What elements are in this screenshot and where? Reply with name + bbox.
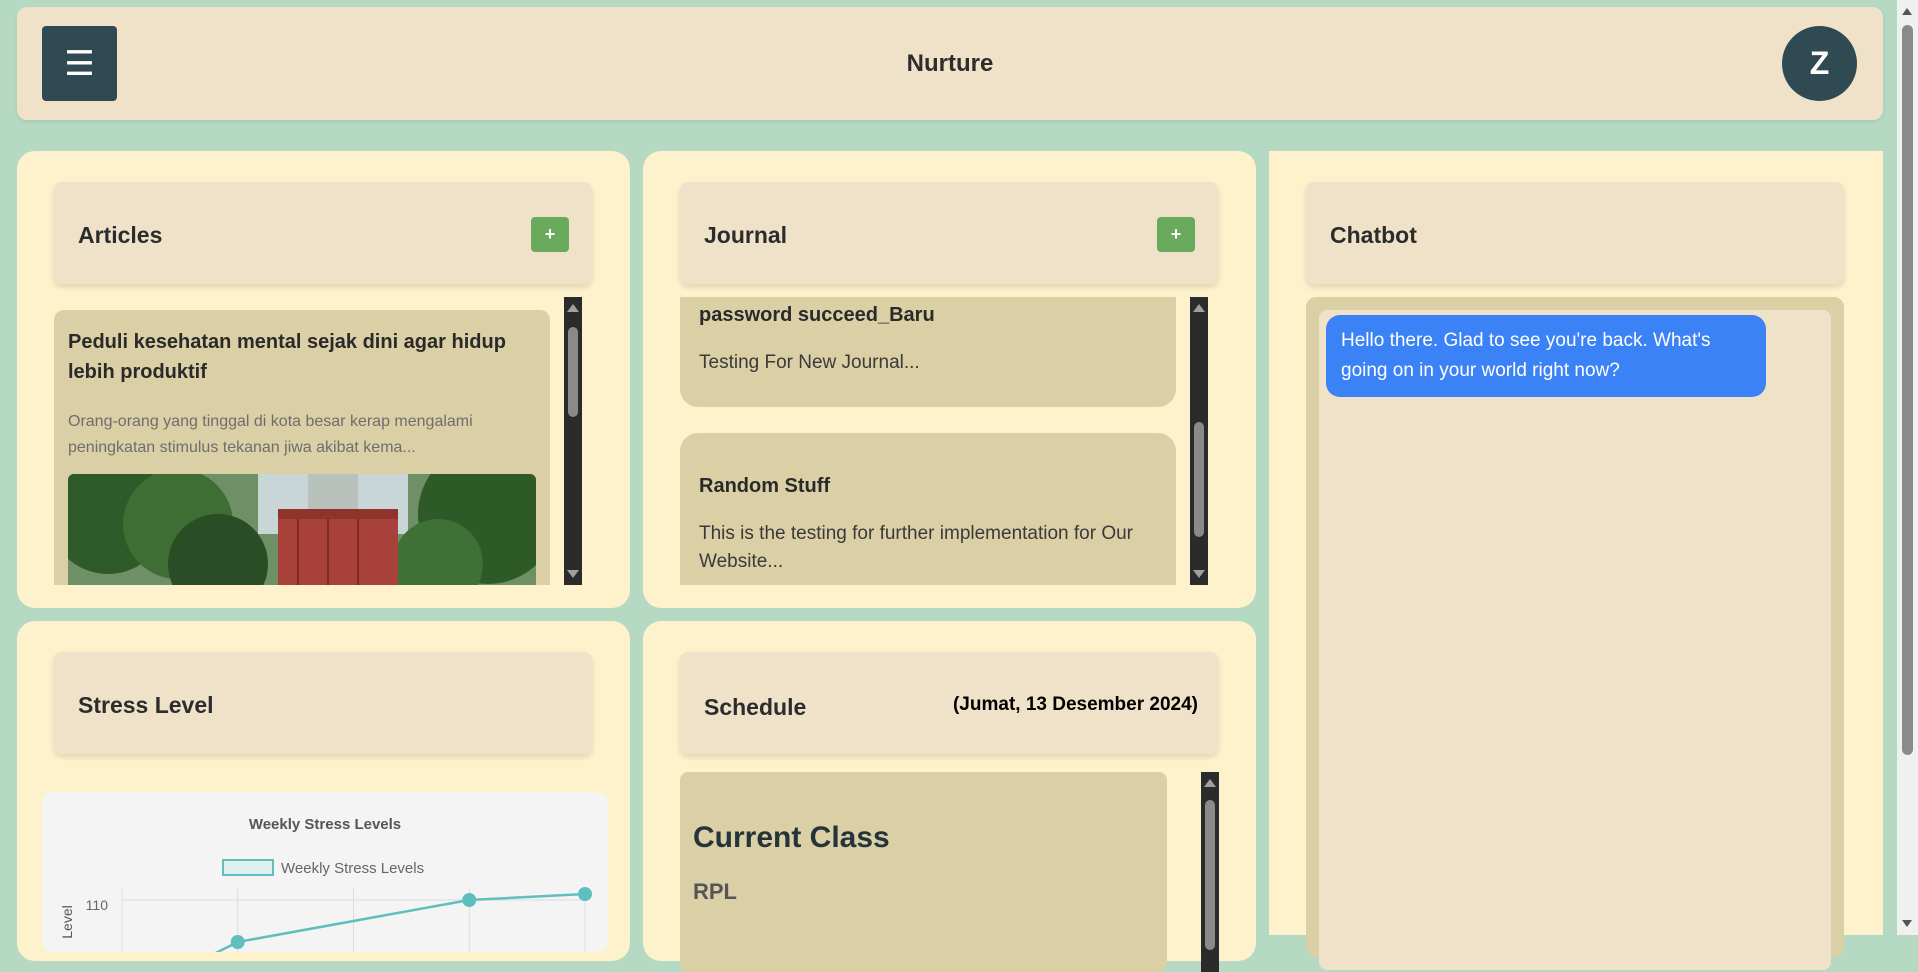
schedule-title: Schedule (704, 694, 807, 720)
stress-chart: Weekly Stress Levels Weekly Stress Level… (42, 792, 608, 952)
legend-label[interactable]: Weekly Stress Levels (281, 860, 424, 877)
page-scroll-thumb[interactable] (1902, 25, 1913, 755)
current-class-card[interactable]: Current Class RPL (680, 772, 1167, 972)
data-point[interactable] (230, 935, 245, 949)
data-point[interactable] (578, 887, 592, 901)
data-point[interactable] (462, 893, 477, 907)
journal-title: Journal (704, 222, 788, 248)
scroll-down-icon[interactable] (1193, 570, 1205, 578)
journal-entry-title[interactable]: Random Stuff (699, 475, 830, 498)
articles-panel: Articles + Peduli kesehatan mental sejak… (17, 151, 630, 608)
scroll-thumb[interactable] (1205, 800, 1215, 950)
stress-chart-svg: Weekly Stress Levels Weekly Stress Level… (59, 816, 592, 952)
chart-series (214, 887, 592, 952)
chatbot-panel: Chatbot Hello there. Glad to see you're … (1269, 151, 1883, 970)
chat-bubble-bot: Hello there. Glad to see you're back. Wh… (1326, 315, 1766, 397)
journal-entry-text: This is the testing for further implemen… (699, 523, 1134, 572)
add-journal-button[interactable]: + (1157, 217, 1195, 252)
journal-header: Journal + (680, 182, 1218, 284)
schedule-scrollbar[interactable] (1201, 772, 1219, 972)
current-class-name: RPL (693, 879, 737, 904)
schedule-header: Schedule (Jumat, 13 Desember 2024) (680, 652, 1218, 754)
journal-entry[interactable]: password succeed_Baru Testing For New Jo… (680, 297, 1176, 407)
journal-scrollbar[interactable] (1190, 297, 1208, 585)
articles-header: Articles + (54, 182, 592, 284)
journal-list[interactable]: password succeed_Baru Testing For New Jo… (680, 297, 1176, 585)
articles-title: Articles (78, 222, 163, 248)
scroll-up-icon[interactable] (567, 304, 579, 312)
stress-panel: Stress Level Weekly Stress Levels Weekly… (17, 621, 630, 961)
article-title[interactable]: Peduli kesehatan mental sejak dini agar … (68, 327, 528, 387)
page-scrollbar[interactable] (1897, 0, 1918, 935)
y-axis-label: Level (59, 905, 75, 938)
user-avatar[interactable]: Z (1782, 26, 1857, 101)
chart-title: Weekly Stress Levels (249, 816, 401, 833)
article-card[interactable]: Peduli kesehatan mental sejak dini agar … (54, 310, 550, 585)
scroll-down-icon[interactable] (567, 570, 579, 578)
journal-entry-title[interactable]: password succeed_Baru (699, 304, 935, 327)
journal-entry[interactable]: Random Stuff This is the testing for fur… (680, 433, 1176, 585)
chat-messages[interactable]: Hello there. Glad to see you're back. Wh… (1319, 310, 1831, 970)
scroll-thumb[interactable] (1194, 422, 1204, 537)
hamburger-icon: ☰ (64, 44, 95, 83)
scroll-thumb[interactable] (568, 327, 578, 417)
scroll-up-icon[interactable] (1193, 304, 1205, 312)
page-scroll-up-icon[interactable] (1902, 8, 1912, 15)
hamburger-menu-button[interactable]: ☰ (42, 26, 117, 101)
current-class-heading: Current Class (693, 821, 890, 854)
articles-scrollbar[interactable] (564, 297, 582, 585)
y-tick-label: 110 (86, 897, 109, 913)
page-scroll-down-icon[interactable] (1902, 920, 1912, 927)
scroll-up-icon[interactable] (1204, 779, 1216, 787)
chatbot-header: Chatbot (1306, 182, 1844, 284)
top-header (17, 7, 1883, 120)
stress-header: Stress Level (54, 652, 592, 754)
journal-panel: Journal + password succeed_Baru Testing … (643, 151, 1256, 608)
add-article-button[interactable]: + (531, 217, 569, 252)
articles-list[interactable]: Peduli kesehatan mental sejak dini agar … (54, 297, 550, 585)
article-image[interactable] (68, 474, 536, 585)
legend-swatch[interactable] (222, 859, 274, 876)
chatbot-title: Chatbot (1330, 222, 1417, 248)
journal-entry-text: Testing For New Journal... (699, 352, 920, 373)
article-excerpt: Orang-orang yang tinggal di kota besar k… (68, 413, 473, 456)
schedule-date: (Jumat, 13 Desember 2024) (952, 694, 1198, 715)
schedule-panel: Schedule (Jumat, 13 Desember 2024) Curre… (643, 621, 1256, 972)
stress-title: Stress Level (78, 692, 214, 718)
chat-container: Hello there. Glad to see you're back. Wh… (1306, 297, 1844, 970)
